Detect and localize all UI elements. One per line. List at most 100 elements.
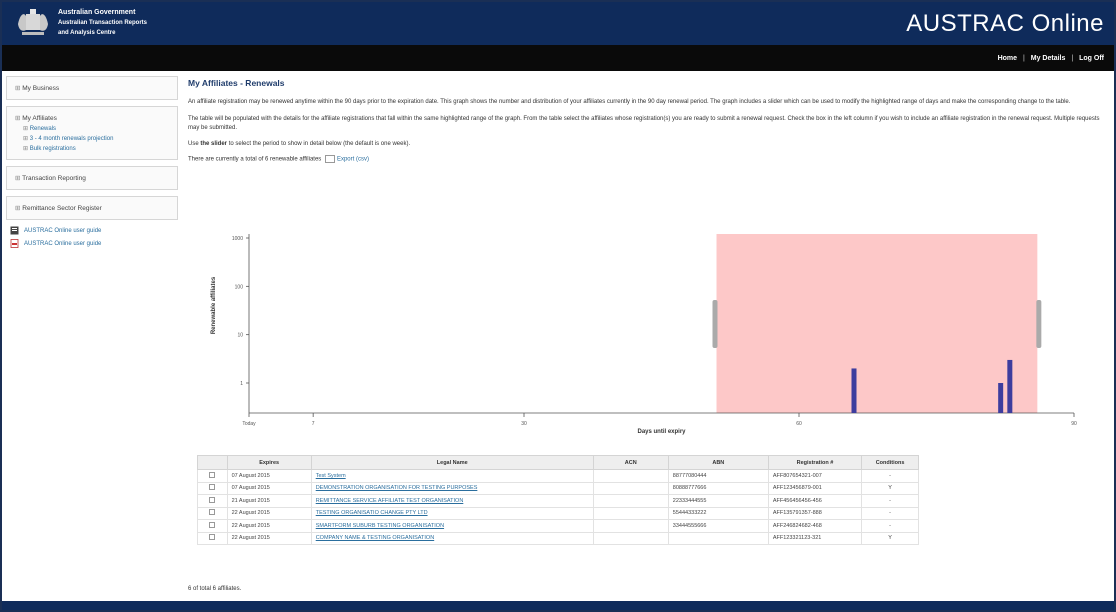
registration-cell: AFF123456879-001 [767, 481, 863, 495]
user-guide-label: AUSTRAC Online user guide [24, 227, 102, 234]
expires-cell: 07 August 2015 [226, 481, 312, 495]
intro-paragraph-2: The table will be populated with the det… [188, 116, 1100, 131]
acn-cell [592, 519, 669, 533]
sidebar-section-affiliates: My Affiliates Renewals 3 - 4 month renew… [6, 106, 178, 160]
intro-paragraph-1: An affiliate registration may be renewed… [188, 99, 1071, 105]
registration-cell: AFF246824682-468 [767, 519, 863, 533]
table-row: 07 August 2015 Test System 88777080444 A… [197, 469, 919, 483]
user-guide-pdf-link[interactable]: AUSTRAC Online user guide [10, 239, 178, 248]
y-tick-label: 10 [237, 333, 243, 339]
home-link[interactable]: Home [998, 55, 1017, 62]
conditions-cell: Y [861, 531, 919, 545]
row-checkbox[interactable] [209, 484, 216, 491]
row-checkbox[interactable] [209, 509, 216, 516]
slider-handle-right[interactable] [1036, 300, 1042, 348]
highlight-range [716, 234, 1038, 413]
column-header-acn[interactable]: ACN [592, 455, 669, 470]
legal-name-link[interactable]: REMITTANCE SERVICE AFFILIATE TEST ORGANI… [316, 498, 464, 504]
y-tick-label: 1 [240, 381, 243, 387]
x-tick-label: 30 [521, 421, 527, 427]
table-row: 22 August 2015 COMPANY NAME & TESTING OR… [197, 531, 919, 545]
row-select-cell [197, 531, 228, 545]
sidebar-item-my-affiliates[interactable]: My Affiliates [15, 114, 169, 122]
chart-bar [998, 383, 1004, 413]
export-csv-icon[interactable] [324, 155, 335, 163]
row-checkbox[interactable] [209, 471, 216, 478]
sidebar-item-bulk-registrations[interactable]: Bulk registrations [23, 145, 169, 152]
y-tick-label: 100 [235, 284, 244, 290]
x-tick-label: 60 [796, 421, 802, 427]
row-select-cell [197, 506, 228, 520]
table-row: 22 August 2015 TESTING ORGANISATIO CHANG… [197, 506, 919, 520]
legal-name-link[interactable]: TESTING ORGANISATIO CHANGE PTY LTD [316, 510, 428, 516]
renewals-chart: 1000 100 10 1 Today 7 30 60 90 Days until expiry R… [211, 234, 1077, 435]
conditions-cell: - [861, 469, 919, 483]
expires-cell: 22 August 2015 [226, 519, 312, 533]
total-renewable-line: There are currently a total of 6 renewab… [188, 155, 1110, 163]
abn-cell: 33444555666 [667, 519, 769, 533]
government-wordmark: Australian Government Australian Transac… [58, 8, 147, 38]
legal-name-link[interactable]: DEMONSTRATION ORGANISATION FOR TESTING P… [316, 485, 478, 491]
y-axis-label: Renewable affiliates [211, 276, 217, 334]
abn-cell [667, 531, 769, 545]
abn-cell: 88777080444 [667, 469, 769, 483]
conditions-cell: - [861, 519, 919, 533]
gov-line-3: and Analysis Centre [58, 30, 116, 36]
column-header-expires[interactable]: Expires [226, 455, 312, 470]
pdf-icon [10, 239, 19, 248]
column-header-select [197, 455, 228, 470]
column-header-registration[interactable]: Registration # [767, 455, 863, 470]
acn-cell [592, 469, 669, 483]
bottom-total-text: 6 of total 6 affiliates. [188, 586, 242, 592]
sidebar-item-renewals[interactable]: Renewals [23, 125, 169, 132]
abn-cell: 22333444555 [667, 494, 769, 508]
sidebar-item-renewals-projection[interactable]: 3 - 4 month renewals projection [23, 135, 169, 142]
registration-cell: AFF135791357-888 [767, 506, 863, 520]
expires-cell: 21 August 2015 [226, 494, 312, 508]
nav-separator: | [1022, 55, 1025, 62]
row-select-cell [197, 519, 228, 533]
legal-name-link[interactable]: Test System [316, 473, 346, 479]
column-header-abn[interactable]: ABN [667, 455, 769, 470]
y-tick-label: 1000 [232, 236, 243, 242]
export-csv-link[interactable]: Export (csv) [337, 157, 369, 163]
legal-name-cell: Test System [310, 469, 594, 483]
log-off-link[interactable]: Log Off [1079, 55, 1104, 62]
legal-name-link[interactable]: SMARTFORM SUBURB TESTING ORGANISATION [316, 523, 444, 529]
row-checkbox[interactable] [209, 496, 216, 503]
row-checkbox[interactable] [209, 534, 216, 541]
legal-name-cell: REMITTANCE SERVICE AFFILIATE TEST ORGANI… [310, 494, 594, 508]
coat-of-arms-icon [18, 9, 48, 35]
legal-name-link[interactable]: COMPANY NAME & TESTING ORGANISATION [316, 535, 434, 541]
conditions-cell: - [861, 506, 919, 520]
row-select-cell [197, 494, 228, 508]
row-select-cell [197, 469, 228, 483]
main-content: My Affiliates - Renewals An affiliate re… [188, 78, 1110, 171]
book-icon [10, 226, 19, 235]
slider-handle-left[interactable] [712, 300, 718, 348]
sidebar-item-my-business[interactable]: My Business [15, 84, 169, 92]
x-tick-label: 90 [1071, 421, 1077, 427]
column-header-legal-name[interactable]: Legal Name [310, 455, 594, 470]
table-row: 21 August 2015 REMITTANCE SERVICE AFFILI… [197, 494, 919, 508]
sidebar-section-transaction: Transaction Reporting [6, 166, 178, 190]
registration-cell: AFF456456456-456 [767, 494, 863, 508]
sidebar-item-transaction-reporting[interactable]: Transaction Reporting [15, 174, 169, 182]
user-guide-link[interactable]: AUSTRAC Online user guide [10, 226, 178, 235]
chart-bar [851, 368, 857, 413]
affiliates-table-wrap: Expires Legal Name ACN ABN Registration … [197, 455, 919, 545]
expires-cell: 22 August 2015 [226, 506, 312, 520]
legal-name-cell: COMPANY NAME & TESTING ORGANISATION [310, 531, 594, 545]
x-axis-label: Days until expiry [637, 429, 686, 435]
x-tick-label: Today [242, 421, 256, 427]
total-renewable-text: There are currently a total of 6 renewab… [188, 156, 322, 163]
abn-cell: 80888777666 [667, 481, 769, 495]
row-checkbox[interactable] [209, 521, 216, 528]
column-header-conditions[interactable]: Conditions [861, 455, 919, 470]
sidebar-item-remittance-register[interactable]: Remittance Sector Register [15, 204, 169, 212]
conditions-cell: Y [861, 481, 919, 495]
sidebar-section-remittance: Remittance Sector Register [6, 196, 178, 220]
legal-name-cell: DEMONSTRATION ORGANISATION FOR TESTING P… [310, 481, 594, 495]
acn-cell [592, 494, 669, 508]
my-details-link[interactable]: My Details [1031, 55, 1066, 62]
